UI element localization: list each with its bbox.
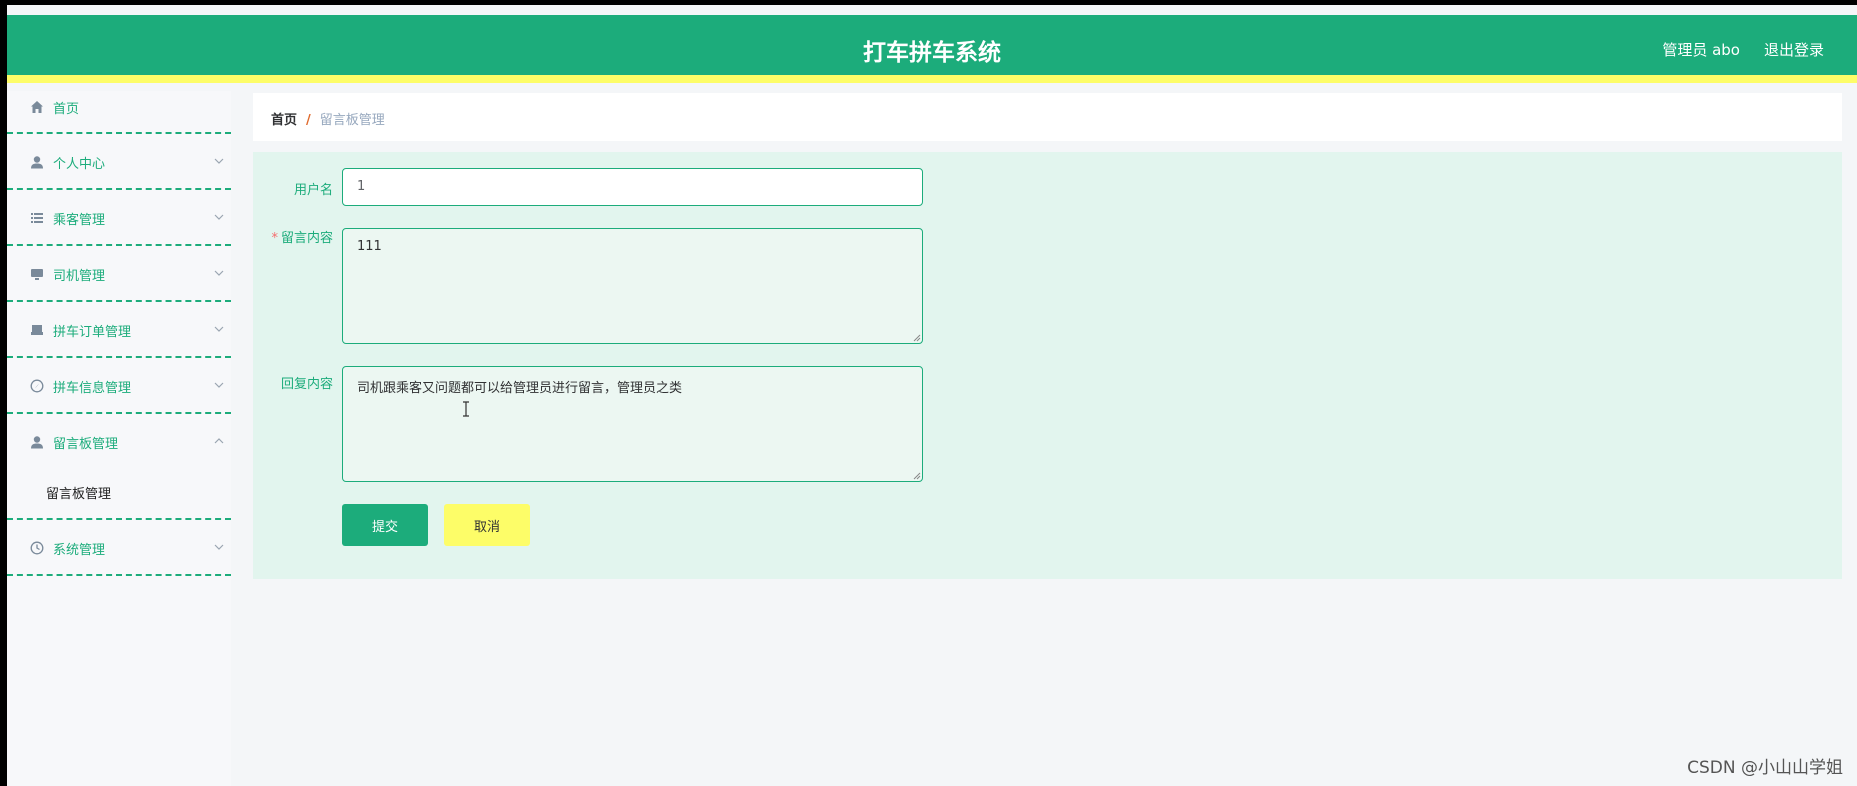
- resize-grip-icon[interactable]: [913, 472, 921, 480]
- chevron-up-icon: [214, 438, 224, 444]
- monitor-icon: [29, 266, 45, 282]
- sidebar-item-carpool-order[interactable]: 拼车订单管理: [7, 302, 231, 358]
- chevron-down-icon: [214, 214, 224, 220]
- chevron-down-icon: [214, 158, 224, 164]
- sidebar-item-label: 拼车信息管理: [53, 380, 132, 396]
- home-icon: [29, 99, 45, 115]
- message-form: 用户名 1 * 留言内容 111 回复内容 司机跟乘客又问题都可以给管理员进行留言…: [253, 152, 1842, 579]
- app-frame: 打车拼车系统 管理员 abo 退出登录 首页 个人中心 乘客管理 司机管理 拼车…: [7, 5, 1857, 786]
- submit-button[interactable]: 提交: [342, 504, 428, 546]
- sidebar-item-personal-center[interactable]: 个人中心: [7, 134, 231, 190]
- reply-textarea[interactable]: 司机跟乘客又问题都可以给管理员进行留言，管理员之类: [342, 366, 923, 482]
- username-field[interactable]: 1: [342, 168, 923, 206]
- sidebar-item-driver[interactable]: 司机管理: [7, 246, 231, 302]
- text-cursor-icon: [463, 401, 469, 417]
- required-mark: *: [271, 231, 278, 246]
- resize-grip-icon[interactable]: [913, 334, 921, 342]
- breadcrumb-current: 留言板管理: [319, 113, 385, 128]
- sidebar-item-label: 系统管理: [53, 542, 106, 558]
- reply-value: 司机跟乘客又问题都可以给管理员进行留言，管理员之类: [357, 381, 683, 396]
- sidebar-item-label: 司机管理: [53, 268, 106, 284]
- user-icon: [29, 154, 45, 170]
- content-textarea[interactable]: 111: [342, 228, 923, 344]
- sidebar-item-label: 个人中心: [53, 156, 106, 172]
- sidebar-item-message-board[interactable]: 留言板管理 留言板管理: [7, 414, 231, 520]
- sidebar-item-label: 留言板管理: [53, 436, 119, 452]
- top-header: 打车拼车系统 管理员 abo 退出登录: [7, 15, 1857, 83]
- list-icon: [29, 210, 45, 226]
- chevron-down-icon: [214, 544, 224, 550]
- content-label: * 留言内容: [253, 227, 333, 246]
- breadcrumb-home[interactable]: 首页: [271, 113, 297, 128]
- username-label: 用户名: [293, 183, 333, 198]
- sidebar: 首页 个人中心 乘客管理 司机管理 拼车订单管理 拼车信息管理 留言板管理 留言…: [7, 91, 231, 786]
- logout-link[interactable]: 退出登录: [1764, 39, 1824, 60]
- cancel-button[interactable]: 取消: [444, 504, 530, 546]
- clock-icon: [29, 540, 45, 556]
- content-value: 111: [357, 239, 382, 254]
- current-user: 管理员 abo: [1662, 41, 1740, 59]
- breadcrumb: 首页 / 留言板管理: [253, 93, 1842, 141]
- breadcrumb-separator: /: [306, 113, 311, 128]
- watermark: CSDN @小山山学姐: [1687, 758, 1843, 778]
- chevron-down-icon: [214, 326, 224, 332]
- sidebar-item-label: 乘客管理: [53, 212, 106, 228]
- sidebar-item-system[interactable]: 系统管理: [7, 520, 231, 576]
- user-icon: [29, 434, 45, 450]
- app-title: 打车拼车系统: [863, 40, 1001, 66]
- compass-icon: [29, 378, 45, 394]
- sidebar-item-label: 拼车订单管理: [53, 324, 132, 340]
- reply-label: 回复内容: [280, 377, 333, 392]
- sidebar-item-label: 首页: [53, 101, 80, 117]
- sidebar-subitem-message-board[interactable]: 留言板管理: [46, 483, 111, 502]
- sidebar-item-passenger[interactable]: 乘客管理: [7, 190, 231, 246]
- sidebar-item-home[interactable]: 首页: [7, 91, 231, 134]
- content-label-text: 留言内容: [280, 231, 333, 246]
- printer-icon: [29, 322, 45, 338]
- chevron-down-icon: [214, 270, 224, 276]
- chevron-down-icon: [214, 382, 224, 388]
- sidebar-item-carpool-info[interactable]: 拼车信息管理: [7, 358, 231, 414]
